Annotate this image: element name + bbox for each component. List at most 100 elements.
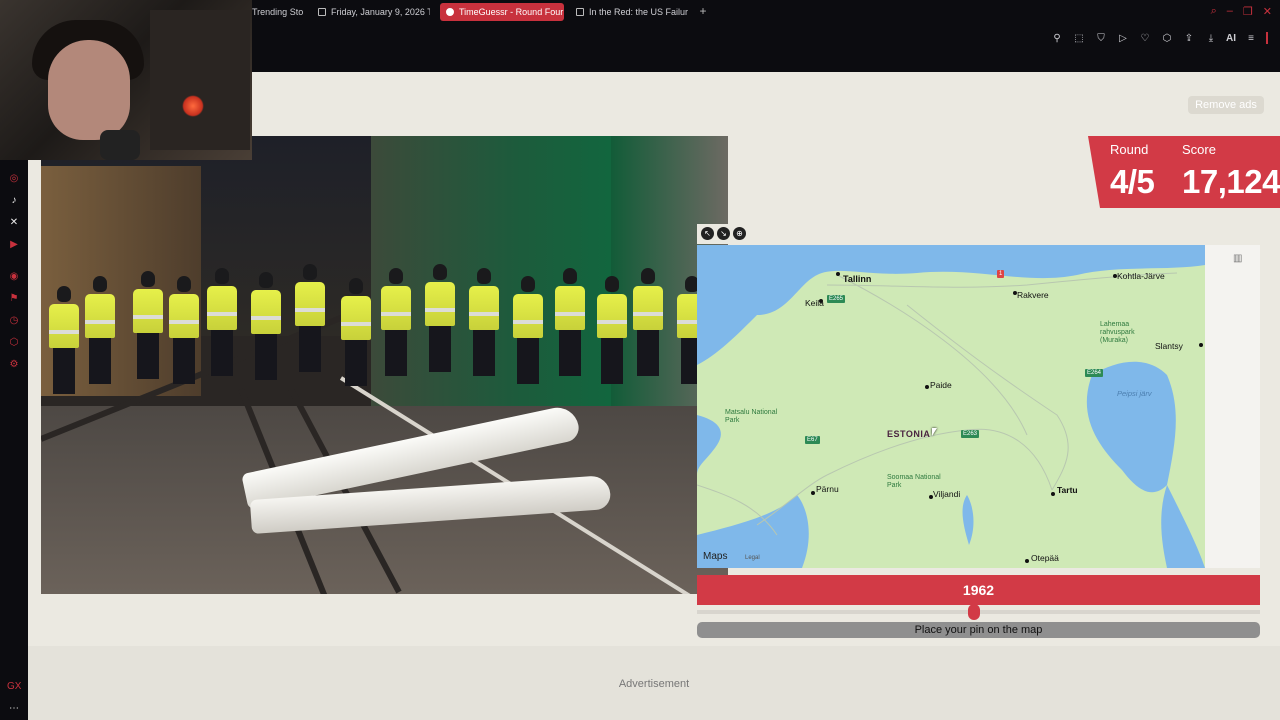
webcam-overlay xyxy=(0,0,252,160)
year-display: 1962 xyxy=(697,575,1260,605)
road-shield: E263 xyxy=(961,430,980,438)
city-paide: Paide xyxy=(930,380,952,390)
tab-label: Trending Sto xyxy=(252,7,304,17)
photo-officer xyxy=(633,268,663,376)
tab-label: In the Red: the US Failure xyxy=(589,7,688,17)
round-photo xyxy=(41,136,728,594)
tab-timeguessr[interactable]: TimeGuessr - Round Four xyxy=(440,3,564,21)
map-resize-controls: ↖ ↘ ⊕ xyxy=(697,224,751,244)
bookmark-icon[interactable]: ⚑ xyxy=(7,292,21,306)
city-keila: Keila xyxy=(805,298,824,308)
round-label: Round xyxy=(1110,142,1149,157)
photo-mannequin-legs xyxy=(241,403,621,546)
score-label: Score xyxy=(1182,142,1216,157)
tab-trending[interactable]: Trending Sto xyxy=(246,3,306,21)
photo-officer xyxy=(425,264,455,372)
photo-officer xyxy=(597,276,627,384)
share-icon[interactable]: ⇪ xyxy=(1182,33,1196,44)
map-country-label: ESTONIA xyxy=(887,429,931,439)
accent-bar xyxy=(1266,32,1268,44)
map-edge-strip xyxy=(1205,245,1260,568)
settings-icon[interactable]: ⚙ xyxy=(7,358,21,372)
place-pin-button[interactable]: Place your pin on the map xyxy=(697,622,1260,638)
city-dot xyxy=(1051,492,1055,496)
tab-label: Friday, January 9, 2026 T xyxy=(331,7,430,17)
maps-attribution: Maps xyxy=(703,551,728,562)
tab-friday[interactable]: Friday, January 9, 2026 T xyxy=(312,3,430,21)
map-type-toggle-icon[interactable]: ▥ xyxy=(1233,253,1242,264)
map-terrain xyxy=(697,245,1205,568)
city-parnu: Pärnu xyxy=(816,484,839,494)
shield-icon[interactable]: ⛉ xyxy=(1094,33,1108,44)
road-shield: E265 xyxy=(827,295,846,303)
photo-officer xyxy=(207,268,237,376)
more-icon[interactable]: ⋯ xyxy=(7,702,21,716)
photo-officer xyxy=(85,276,115,384)
mouse-cursor-icon xyxy=(932,428,937,436)
tiktok-icon[interactable]: ♪ xyxy=(7,194,21,208)
expand-map-icon[interactable]: ↖ xyxy=(701,227,714,240)
restore-icon[interactable]: ❐ xyxy=(1243,5,1253,18)
search-icon[interactable]: ⌕ xyxy=(1211,5,1217,18)
tab-in-the-red[interactable]: In the Red: the US Failure xyxy=(570,3,688,21)
park-soomaa: Soomaa National Park xyxy=(887,474,941,489)
extensions-icon[interactable]: ⬡ xyxy=(1160,33,1174,44)
download-icon[interactable]: ⤓ xyxy=(1204,33,1218,44)
city-otepaa: Otepää xyxy=(1031,553,1059,563)
pin-icon[interactable]: ⚲ xyxy=(1050,33,1064,44)
photo-officer xyxy=(381,268,411,376)
player-icon[interactable]: ◉ xyxy=(7,270,21,284)
round-value: 4/5 xyxy=(1110,163,1155,200)
shrink-map-icon[interactable]: ↘ xyxy=(717,227,730,240)
photo-officer xyxy=(169,276,199,384)
ai-button[interactable]: AI xyxy=(1226,33,1236,44)
year-slider-thumb[interactable] xyxy=(968,604,980,620)
menu-icon[interactable]: ≡ xyxy=(1244,33,1258,44)
minimize-icon[interactable]: – xyxy=(1227,5,1233,18)
city-dot xyxy=(1199,343,1203,347)
city-kohtla-jarve: Kohtla-Järve xyxy=(1117,271,1165,281)
city-viljandi: Viljandi xyxy=(933,489,961,499)
road-shield: E264 xyxy=(1085,369,1104,377)
city-dot xyxy=(811,491,815,495)
city-dot xyxy=(836,272,840,276)
screenshot-icon[interactable]: ⬚ xyxy=(1072,33,1086,44)
youtube-icon[interactable]: ▶ xyxy=(7,238,21,252)
window-controls: ⌕ – ❐ ✕ xyxy=(1211,5,1272,18)
city-dot xyxy=(925,385,929,389)
play-icon[interactable]: ▷ xyxy=(1116,33,1130,44)
score-value: 17,124 xyxy=(1182,163,1280,200)
road-shield: E67 xyxy=(805,436,820,444)
advertisement-label: Advertisement xyxy=(618,678,690,690)
photo-officer xyxy=(555,268,585,376)
tab-label: TimeGuessr - Round Four xyxy=(459,7,564,17)
park-matsalu: Matsalu National Park xyxy=(725,409,778,424)
history-icon[interactable]: ◷ xyxy=(7,314,21,328)
remove-ads-button[interactable]: Remove ads xyxy=(1188,96,1264,114)
city-tallinn: Tallinn xyxy=(843,274,872,284)
new-tab-button[interactable]: + xyxy=(696,4,710,18)
pin-map-icon[interactable]: ⊕ xyxy=(733,227,746,240)
park-lahemaa: Lahemaa rahvuspark (Muraka) xyxy=(1100,321,1135,344)
heart-icon[interactable]: ♡ xyxy=(1138,33,1152,44)
close-icon[interactable]: ✕ xyxy=(1263,5,1272,18)
photo-officer xyxy=(341,278,371,386)
photo-officer xyxy=(295,264,325,372)
document-icon xyxy=(576,8,584,16)
round-score-panel: Round Score 4/5 17,124 xyxy=(1088,136,1280,208)
x-icon[interactable]: ✕ xyxy=(7,216,21,230)
photo-officer xyxy=(133,271,163,379)
calendar-icon xyxy=(318,8,326,16)
guess-map[interactable]: ESTONIA Tallinn Keila Rakvere Kohtla-Jär… xyxy=(697,245,1260,568)
timeguessr-favicon-icon xyxy=(446,8,454,16)
gx-icon[interactable]: GX xyxy=(7,680,21,694)
photo-officer xyxy=(513,276,543,384)
maps-legal-link[interactable]: Legal xyxy=(745,555,760,561)
instagram-icon[interactable]: ◎ xyxy=(7,172,21,186)
road-shield: 1 xyxy=(997,270,1005,278)
extensions-icon[interactable]: ⬡ xyxy=(7,336,21,350)
lake-peipsi: Peipsi järv xyxy=(1117,389,1152,398)
city-tartu: Tartu xyxy=(1057,485,1078,495)
photo-officer xyxy=(49,286,79,394)
browser-sidebar: ◎ ♪ ✕ ▶ ◉ ⚑ ◷ ⬡ ⚙ GX ⋯ xyxy=(0,72,28,720)
